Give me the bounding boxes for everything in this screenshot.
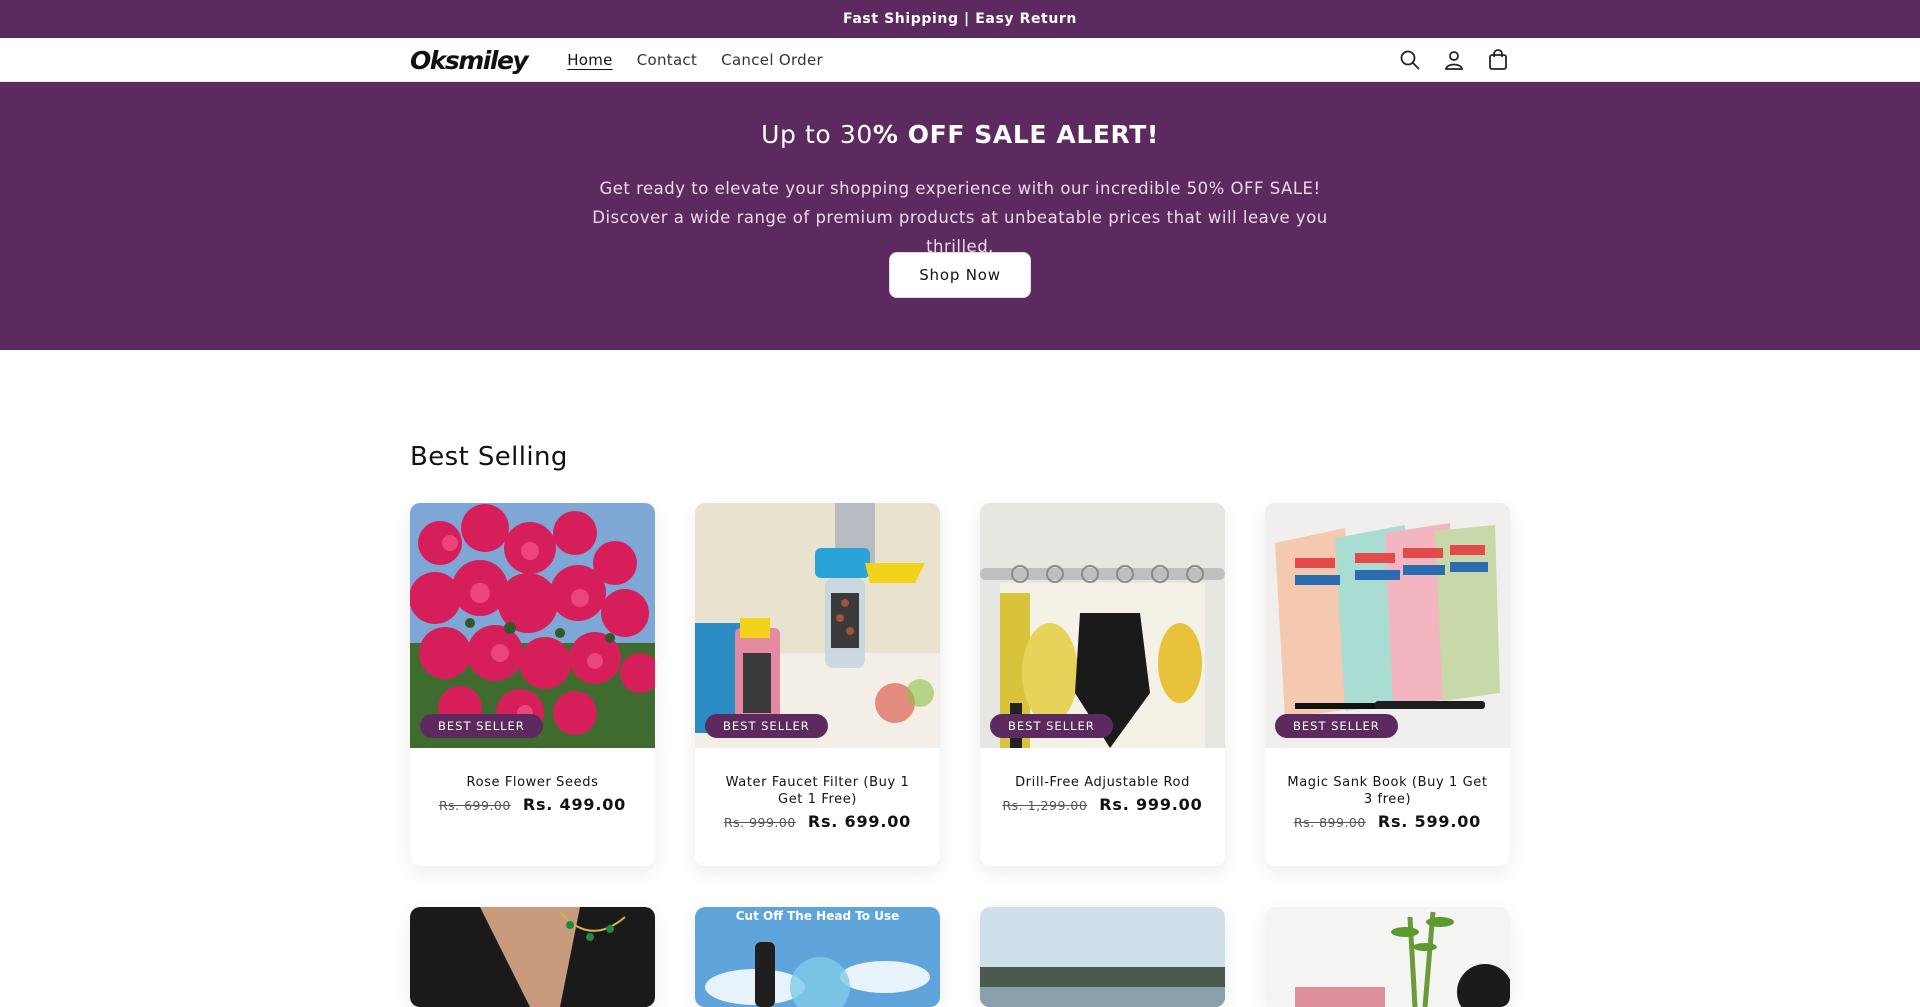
shop-now-button[interactable]: Shop Now bbox=[889, 252, 1031, 298]
price-original: Rs. 899.00 bbox=[1293, 815, 1366, 830]
product-image-adjustable-rod[interactable]: BEST SELLER bbox=[980, 503, 1225, 748]
product-image-lake[interactable] bbox=[980, 907, 1225, 1007]
announcement-bar: Fast Shipping | Easy Return bbox=[0, 0, 1920, 38]
site-header: Oksmiley Home Contact Cancel Order bbox=[0, 38, 1920, 82]
nav-cancel-order[interactable]: Cancel Order bbox=[721, 51, 823, 69]
image-caption: Cut Off The Head To Use bbox=[735, 909, 900, 923]
product-image-necklace[interactable] bbox=[410, 907, 655, 1007]
product-title[interactable]: Magic Sank Book (Buy 1 Get 3 free) bbox=[1285, 774, 1490, 808]
account-icon[interactable] bbox=[1442, 48, 1466, 72]
product-image-faucet-filter[interactable]: BEST SELLER bbox=[695, 503, 940, 748]
search-icon[interactable] bbox=[1398, 48, 1422, 72]
price-original: Rs. 1,299.00 bbox=[1002, 798, 1088, 813]
product-card[interactable] bbox=[980, 907, 1225, 1007]
product-card[interactable]: Cut Off The Head To Use bbox=[695, 907, 940, 1007]
product-image-cut-off-head[interactable]: Cut Off The Head To Use bbox=[695, 907, 940, 1007]
section-title: Best Selling bbox=[410, 442, 568, 472]
product-image-rose[interactable]: BEST SELLER bbox=[410, 503, 655, 748]
hero-banner: Up to 30% OFF SALE ALERT! Get ready to e… bbox=[0, 82, 1920, 350]
announcement-text: Fast Shipping | Easy Return bbox=[843, 11, 1077, 27]
hero-text: Get ready to elevate your shopping exper… bbox=[592, 179, 1328, 256]
product-grid-row-2: Cut Off The Head To Use bbox=[410, 907, 1510, 1007]
best-seller-badge: BEST SELLER bbox=[420, 714, 543, 738]
product-image-magic-book[interactable]: BEST SELLER bbox=[1265, 503, 1510, 748]
best-seller-badge: BEST SELLER bbox=[990, 714, 1113, 738]
product-image-bamboo-plant[interactable] bbox=[1265, 907, 1510, 1007]
best-seller-badge: BEST SELLER bbox=[1275, 714, 1398, 738]
price-sale: Rs. 999.00 bbox=[1099, 795, 1203, 814]
price-sale: Rs. 599.00 bbox=[1377, 812, 1482, 831]
product-card[interactable]: BEST SELLER Magic Sank Book (Buy 1 Get 3… bbox=[1265, 503, 1510, 866]
product-card[interactable]: BEST SELLER Drill-Free Adjustable Rod Rs… bbox=[980, 503, 1225, 866]
product-title[interactable]: Rose Flower Seeds bbox=[430, 774, 635, 791]
nav-home[interactable]: Home bbox=[567, 51, 613, 69]
hero-title: Up to 30% OFF SALE ALERT! bbox=[761, 120, 1159, 149]
logo[interactable]: Oksmiley bbox=[410, 46, 529, 75]
cart-icon[interactable] bbox=[1486, 48, 1510, 72]
product-card[interactable] bbox=[1265, 907, 1510, 1007]
price-sale: Rs. 699.00 bbox=[807, 812, 912, 831]
product-card[interactable]: BEST SELLER Water Faucet Filter (Buy 1 G… bbox=[695, 503, 940, 866]
product-title[interactable]: Drill-Free Adjustable Rod bbox=[1000, 774, 1205, 791]
price-original: Rs. 999.00 bbox=[723, 815, 796, 830]
price-original: Rs. 699.00 bbox=[438, 798, 511, 813]
product-card[interactable]: BEST SELLER Rose Flower Seeds Rs. 699.00… bbox=[410, 503, 655, 866]
product-card[interactable] bbox=[410, 907, 655, 1007]
product-title[interactable]: Water Faucet Filter (Buy 1 Get 1 Free) bbox=[715, 774, 920, 808]
best-seller-badge: BEST SELLER bbox=[705, 714, 828, 738]
product-grid: BEST SELLER Rose Flower Seeds Rs. 699.00… bbox=[410, 503, 1510, 866]
nav-contact[interactable]: Contact bbox=[637, 51, 697, 69]
main-nav: Home Contact Cancel Order bbox=[567, 51, 823, 69]
price-sale: Rs. 499.00 bbox=[522, 795, 627, 814]
